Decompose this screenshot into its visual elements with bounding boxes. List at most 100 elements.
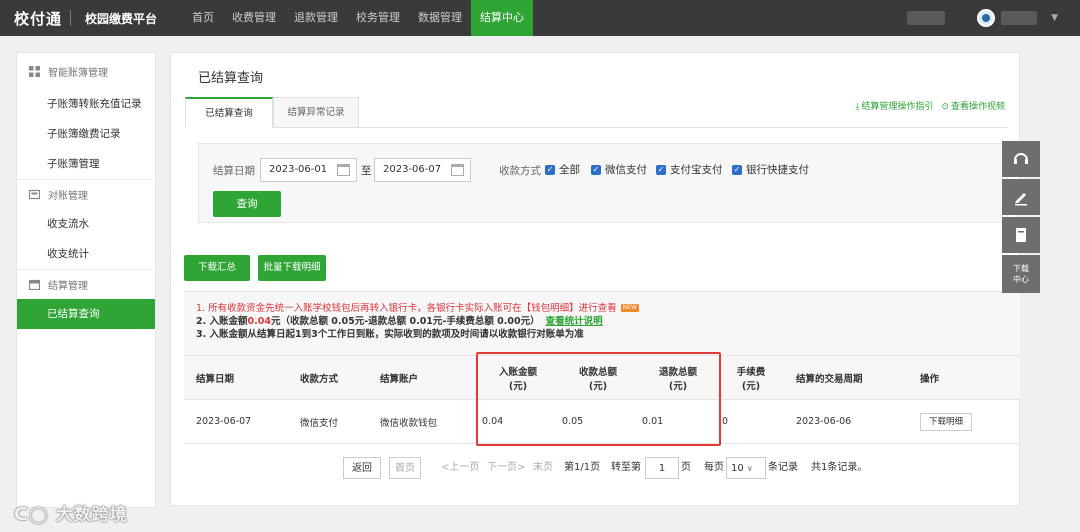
nav-refund-management[interactable]: 退款管理 [285,0,347,36]
blurred-school-name [907,11,946,25]
nav-school-affairs[interactable]: 校务管理 [347,0,409,36]
download-center-label: 下载中心 [1013,264,1029,284]
filter-panel: 结算日期 2023-06-01 至 2023-06-07 收款方式 ✓ 全部 ✓ 微… [198,143,1008,223]
checkbox-label: 支付宝支付 [670,164,723,176]
col-credited-amount: 入账金额 (元) [478,355,558,400]
chevron-down-icon[interactable]: ▼ [1051,13,1058,23]
table-header-row: 结算日期 收款方式 结算账户 入账金额 (元) 收款总额 (元) 退款总额 (元… [184,355,1020,400]
settlement-table: 结算日期 收款方式 结算账户 入账金额 (元) 收款总额 (元) 退款总额 (元… [184,355,1020,444]
main-panel: 已结算查询 已结算查询 结算异常记录 ⤓ 结算管理操作指引 ⊙ 查看操作视频 结算日… [170,52,1020,506]
chevron-down-icon: ∨ [746,464,753,473]
checkbox-bank-quick-pay[interactable]: ✓ 银行快捷支付 [732,162,809,177]
date-separator: 至 [361,165,372,177]
notice-line-1: 1. 所有收款资金先统一入账学校钱包后再转入银行卡，各银行卡实际入账可在【钱包明… [196,302,1020,315]
sidebar-item-settled-query[interactable]: 已结算查询 [17,299,155,329]
sidebar-item-ledger-management[interactable]: 子账簿管理 [17,149,155,179]
document-icon[interactable] [1002,217,1040,253]
download-icon: ⤓ [855,102,860,112]
checkbox-checked-icon: ✓ [732,164,742,175]
help-links: ⤓ 结算管理操作指引 ⊙ 查看操作视频 [855,99,1005,112]
watermark-logo: ᑕ◯ 大数跨境 [14,505,128,525]
payment-method-label: 收款方式 [499,165,541,177]
cell-actions: 下载明细 [908,399,1020,444]
query-button[interactable]: 查询 [213,191,281,217]
sidebar-item-payment-records[interactable]: 子账簿缴费记录 [17,119,155,149]
sidebar-group-label: 结算管理 [48,281,88,292]
sidebar-group-settlement[interactable]: 结算管理 [17,269,155,299]
calendar-icon[interactable] [337,164,350,176]
cell-credited-amount: 0.04 [478,399,558,444]
notice-panel: 1. 所有收款资金先统一入账学校钱包后再转入银行卡，各银行卡实际入账可在【钱包明… [184,291,1020,355]
prev-page-button[interactable]: <上一页 [441,457,479,479]
sidebar-group-ledger[interactable]: 智能账簿管理 [17,53,155,89]
first-page-button[interactable]: 首页 [389,457,421,479]
checkbox-alipay[interactable]: ✓ 支付宝支付 [656,162,723,177]
sidebar-item-cash-flow[interactable]: 收支流水 [17,209,155,239]
total-records: 共1条记录。 [811,462,868,473]
pagination: 返回 首页 <上一页 下一页> 末页 第1/1页 转至第 1 页 每页 10 ∨… [171,457,1021,481]
nav-data-management[interactable]: 数据管理 [409,0,471,36]
end-date-input[interactable]: 2023-06-07 [374,158,471,182]
page-title: 已结算查询 [198,71,264,86]
settlement-date-label: 结算日期 [213,165,255,177]
checkbox-checked-icon: ✓ [545,164,555,175]
video-link[interactable]: ⊙ 查看操作视频 [941,99,1005,112]
cell-payment-method: 微信支付 [288,399,368,444]
headset-icon[interactable] [1002,141,1040,177]
user-avatar[interactable] [977,9,996,27]
nav-home[interactable]: 首页 [183,0,223,36]
grid-icon [29,65,40,77]
notice-line-2: 2. 入账金额0.04元（收款总额 0.05元-退款总额 0.01元-手续费总额… [196,315,1020,328]
video-link-label: 查看操作视频 [950,102,1005,112]
end-date-value: 2023-06-07 [383,164,442,175]
checkbox-label: 全部 [559,164,580,176]
goto-prefix: 转至第 [611,462,641,473]
nav-charge-management[interactable]: 收费管理 [223,0,285,36]
col-actions: 操作 [908,355,1020,400]
checkbox-checked-icon: ✓ [591,164,601,175]
notice-amount: 0.04 [247,316,271,327]
tab-settlement-exceptions[interactable]: 结算异常记录 [273,97,359,128]
sidebar-item-transfer-records[interactable]: 子账簿转账充值记录 [17,89,155,119]
guide-link[interactable]: ⤓ 结算管理操作指引 [855,99,933,112]
calendar-icon[interactable] [451,164,464,176]
stats-explanation-link[interactable]: 查看统计说明 [546,316,603,327]
last-page-button[interactable]: 末页 [533,457,553,479]
next-page-button[interactable]: 下一页> [487,457,525,479]
calendar-icon [28,279,41,291]
cell-fee: 0 [718,399,784,444]
per-page-select[interactable]: 10 ∨ [726,457,766,479]
per-page-suffix: 条记录 [768,462,798,473]
start-date-input[interactable]: 2023-06-01 [260,158,357,182]
checkbox-all[interactable]: ✓ 全部 [545,162,580,177]
nav-settlement-center[interactable]: 结算中心 [471,0,533,36]
goto-page-input[interactable]: 1 [645,457,679,479]
checkbox-wechat-pay[interactable]: ✓ 微信支付 [591,162,647,177]
sidebar-item-income-stats[interactable]: 收支统计 [17,239,155,269]
sidebar: 智能账簿管理 子账簿转账充值记录 子账簿缴费记录 子账簿管理 对账管理 收支流水… [16,52,156,508]
sidebar-group-reconciliation[interactable]: 对账管理 [17,179,155,209]
download-summary-button[interactable]: 下载汇总 [184,255,250,281]
download-detail-button[interactable]: 下载明细 [920,412,972,431]
sidebar-group-label: 智能账簿管理 [48,67,108,79]
checkbox-label: 微信支付 [605,164,647,176]
table-row: 2023-06-07 微信支付 微信收款钱包 0.04 0.05 0.01 0 … [184,399,1020,444]
col-trade-period: 结算的交易周期 [784,355,908,400]
cell-trade-period: 2023-06-06 [784,399,908,444]
page-info: 第1/1页 [564,462,601,473]
app-logo[interactable]: 校付通 [0,8,62,29]
edit-icon[interactable] [1002,179,1040,215]
batch-download-button[interactable]: 批量下载明细 [258,255,326,281]
main-nav: 首页 收费管理 退款管理 校务管理 数据管理 结算中心 [183,0,533,36]
download-center-button[interactable]: 下载中心 [1002,255,1040,293]
back-button[interactable]: 返回 [343,457,381,479]
ledger-icon [28,189,41,200]
goto-suffix: 页 [681,462,691,473]
cell-settlement-date: 2023-06-07 [184,399,288,444]
tab-settled-query[interactable]: 已结算查询 [185,97,273,128]
notice-line-1-text: 1. 所有收款资金先统一入账学校钱包后再转入银行卡，各银行卡实际入账可在【钱包明… [196,303,617,314]
notice-line-3: 3. 入账金额从结算日起1到3个工作日到账，实际收到的款项及时间请以收款银行对账… [196,329,584,340]
col-fee: 手续费 (元) [718,355,784,400]
cell-refund-total: 0.01 [638,399,718,444]
col-settlement-date: 结算日期 [184,355,288,400]
